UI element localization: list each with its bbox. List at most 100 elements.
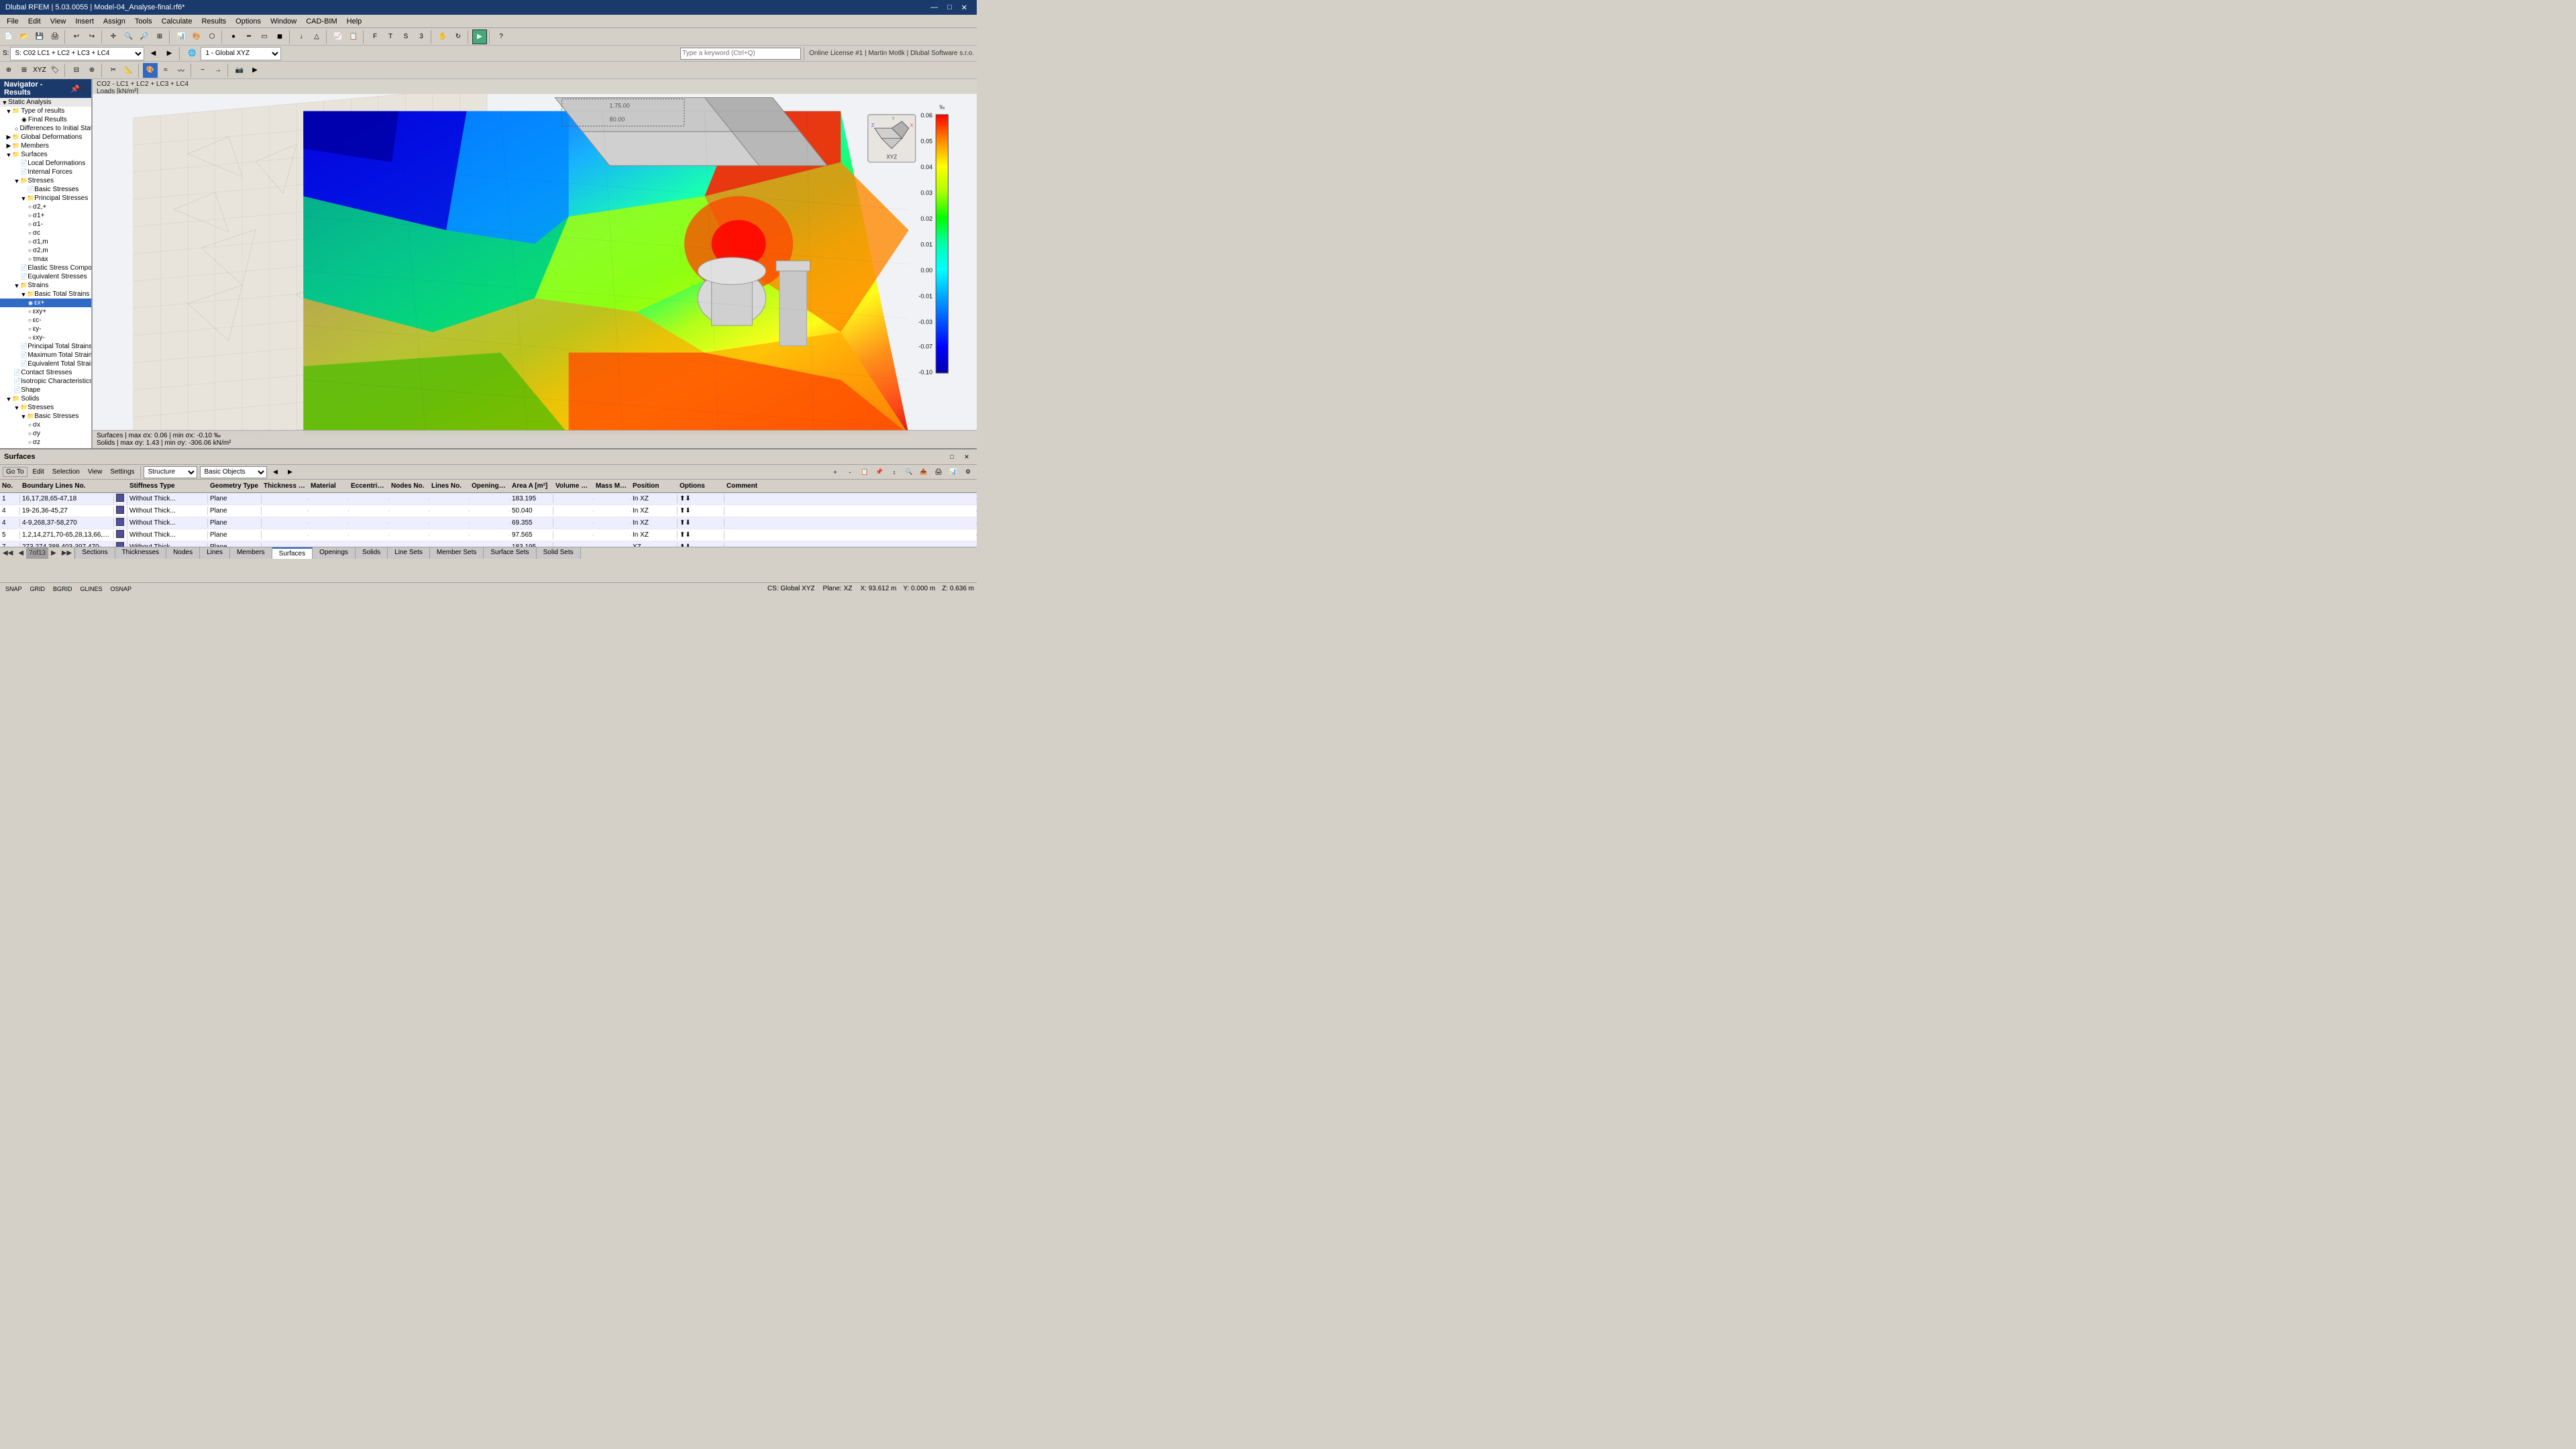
keyword-search[interactable]: [680, 48, 801, 60]
add-row-button[interactable]: +: [829, 466, 841, 478]
extrude-button[interactable]: ⊕: [85, 63, 99, 78]
top-view-button[interactable]: T: [383, 30, 398, 44]
filter-prev-button[interactable]: ◀: [270, 466, 282, 478]
surface-button[interactable]: ▭: [257, 30, 272, 44]
node-button[interactable]: ●: [226, 30, 241, 44]
nav-differences[interactable]: ○ Differences to Initial State: [0, 124, 91, 133]
3d-view-button[interactable]: 3: [414, 30, 429, 44]
tab-line-sets[interactable]: Line Sets: [388, 547, 430, 559]
3d-canvas[interactable]: 1.75.00 80.00: [93, 94, 977, 448]
filter-next-button[interactable]: ▶: [284, 466, 297, 478]
chart-button[interactable]: 📊: [947, 466, 959, 478]
menu-help[interactable]: Help: [343, 16, 366, 27]
view-type-button[interactable]: 🌐: [184, 46, 199, 61]
nav-s1p[interactable]: ○ σ1+: [0, 211, 91, 220]
view-select[interactable]: 1 - Global XYZ: [201, 47, 281, 60]
nav-solids[interactable]: ▼ 📁 Solids: [0, 394, 91, 403]
nav-pin-button[interactable]: 📌: [70, 85, 80, 93]
zoom-in-button[interactable]: 🔍: [121, 30, 136, 44]
nav-shape[interactable]: 📄 Shape: [0, 386, 91, 394]
photo-button[interactable]: 📷: [232, 63, 247, 78]
nav-stresses[interactable]: ▼ 📁 Stresses: [0, 176, 91, 185]
del-row-button[interactable]: -: [844, 466, 856, 478]
help-button[interactable]: ?: [494, 30, 508, 44]
nav-principal-stresses[interactable]: ▼ 📁 Principal Stresses: [0, 194, 91, 203]
osnap-status-btn[interactable]: OSNAP: [108, 583, 135, 595]
settings-button[interactable]: Settings: [107, 468, 137, 476]
isolines-button[interactable]: 〰: [174, 63, 189, 78]
menu-calculate[interactable]: Calculate: [158, 16, 197, 27]
nav-ec-minus[interactable]: ○ εc-: [0, 316, 91, 325]
table-row[interactable]: 4 19-26,36-45,27 Without Thick... Plane …: [0, 505, 977, 517]
grid-status-btn[interactable]: GRID: [28, 583, 48, 595]
snap-status-btn[interactable]: SNAP: [3, 583, 25, 595]
surfaces-close-button[interactable]: ✕: [961, 451, 973, 463]
move-button[interactable]: ✋: [435, 30, 450, 44]
surfaces-maximize-button[interactable]: □: [946, 451, 958, 463]
nav-exy-plus[interactable]: ○ εxy+: [0, 307, 91, 316]
bgrid-status-btn[interactable]: BGRID: [50, 583, 75, 595]
table-row[interactable]: 4 4-9,268,37-58,270 Without Thick... Pla…: [0, 517, 977, 529]
menu-tools[interactable]: Tools: [131, 16, 156, 27]
rotate-button[interactable]: ↻: [451, 30, 466, 44]
menu-cad-bim[interactable]: CAD-BIM: [302, 16, 341, 27]
menu-edit[interactable]: Edit: [24, 16, 45, 27]
paste-row-button[interactable]: 📌: [873, 466, 885, 478]
calculate-button[interactable]: ▶: [472, 30, 487, 44]
contour-toggle[interactable]: ≈: [158, 63, 173, 78]
nav-global-def[interactable]: ▶ 📁 Global Deformations: [0, 133, 91, 142]
solid-button[interactable]: ◼: [272, 30, 287, 44]
nav-basic-stresses[interactable]: 📄 Basic Stresses: [0, 185, 91, 194]
tab-openings[interactable]: Openings: [313, 547, 356, 559]
load-combo-select[interactable]: S: C02 LC1 + LC2 + LC3 + LC4: [10, 47, 144, 60]
tab-surfaces[interactable]: Surfaces: [272, 547, 313, 559]
line-button[interactable]: ━: [241, 30, 256, 44]
menu-results[interactable]: Results: [197, 16, 230, 27]
snap-toggle[interactable]: ⊕: [1, 63, 16, 78]
result-diagram-button[interactable]: 📈: [331, 30, 345, 44]
menu-options[interactable]: Options: [231, 16, 265, 27]
nav-ey-minus[interactable]: ○ εy-: [0, 325, 91, 333]
fit-button[interactable]: ⊞: [152, 30, 167, 44]
viewport[interactable]: CO2 - LC1 + LC2 + LC3 + LC4 Loads [kN/m²…: [93, 79, 977, 448]
nav-s2m[interactable]: ○ σ2,m: [0, 246, 91, 255]
table-row[interactable]: 7 273,274,388,403-397,470-459,275 Withou…: [0, 541, 977, 547]
side-view-button[interactable]: S: [398, 30, 413, 44]
nav-type-results[interactable]: ▼ 📁 Type of results: [0, 107, 91, 115]
menu-view[interactable]: View: [46, 16, 70, 27]
minimize-button[interactable]: —: [926, 3, 942, 12]
nav-equiv-total[interactable]: 📄 Equivalent Total Strains: [0, 360, 91, 368]
selection-button[interactable]: Selection: [50, 468, 83, 476]
redo-button[interactable]: ↪: [85, 30, 99, 44]
load-button[interactable]: ↓: [294, 30, 309, 44]
result-table-button[interactable]: 📋: [346, 30, 361, 44]
filter-button[interactable]: 🔍: [903, 466, 915, 478]
glines-status-btn[interactable]: GLINES: [78, 583, 105, 595]
measure-button[interactable]: 📐: [121, 63, 136, 78]
nav-static-analysis[interactable]: ▼ Static Analysis: [0, 98, 91, 107]
nav-sy[interactable]: ○ σy: [0, 429, 91, 438]
nav-s2p[interactable]: ○ σ2,+: [0, 203, 91, 211]
pagination-prev[interactable]: ◀◀: [0, 547, 15, 559]
print-button[interactable]: 🖨: [48, 30, 62, 44]
table-row[interactable]: 1 16,17,28,65-47,18 Without Thick... Pla…: [0, 493, 977, 505]
nav-sc[interactable]: ○ σc: [0, 229, 91, 237]
nav-tmax[interactable]: ○ τmax: [0, 255, 91, 264]
menu-file[interactable]: File: [3, 16, 23, 27]
color-scale-button[interactable]: 🎨: [143, 63, 158, 78]
labels-toggle[interactable]: 🏷: [48, 63, 62, 78]
next-lc-button[interactable]: ▶: [162, 46, 176, 61]
copy-row-button[interactable]: 📋: [859, 466, 871, 478]
nav-local-def[interactable]: 📄 Local Deformations: [0, 159, 91, 168]
close-button[interactable]: ✕: [957, 3, 971, 12]
select-button[interactable]: ✛: [106, 30, 121, 44]
zoom-out-button[interactable]: 🔎: [137, 30, 152, 44]
menu-window[interactable]: Window: [266, 16, 301, 27]
nav-s1m[interactable]: ○ σ1-: [0, 220, 91, 229]
nav-strains[interactable]: ▼ 📁 Strains: [0, 281, 91, 290]
tab-sections[interactable]: Sections: [75, 547, 115, 559]
nav-sx[interactable]: ○ σx: [0, 421, 91, 429]
nav-elastic-stress[interactable]: 📄 Elastic Stress Components: [0, 264, 91, 272]
tab-solid-sets[interactable]: Solid Sets: [537, 547, 581, 559]
display-button[interactable]: 📊: [174, 30, 189, 44]
